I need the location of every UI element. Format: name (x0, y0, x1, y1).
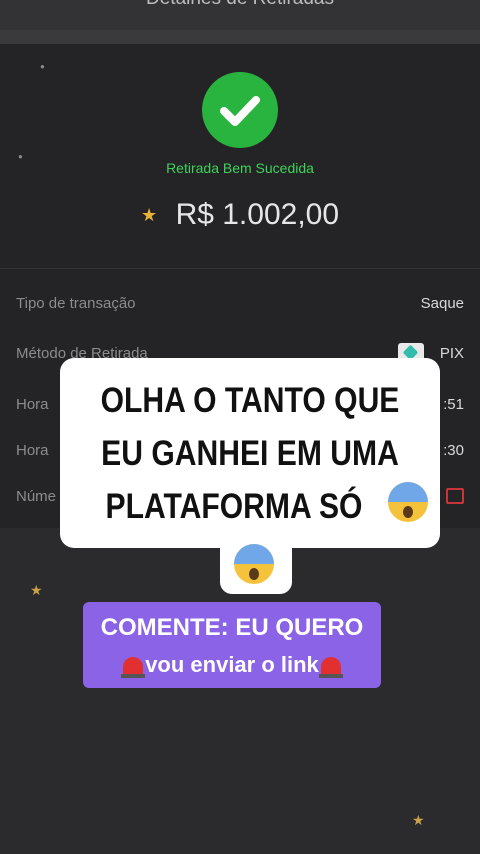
row-value-time-1: :51 (443, 396, 464, 413)
header-bar: Detalhes de Retiradas (0, 0, 480, 30)
row-value-method: PIX (439, 345, 464, 362)
row-value-type: Saque (420, 295, 464, 312)
amount-row: ★ R$ 1.002,00 (0, 198, 480, 232)
caption-line-1: OLHA O TANTO QUE (100, 381, 400, 420)
sparkle-icon: ● (18, 152, 23, 161)
check-icon (202, 72, 278, 148)
screaming-face-emoji (388, 482, 428, 522)
sparkle-icon: ★ (30, 582, 43, 598)
caption-line-2: EU GANHEI EM UMA (101, 434, 399, 473)
screaming-face-emoji (234, 544, 274, 584)
star-icon: ★ (140, 204, 158, 225)
row-label-time-2: Hora (16, 442, 49, 459)
row-value-time-2: :30 (443, 442, 464, 459)
cta-line-1: COMENTE: EU QUERO (100, 614, 364, 641)
caption-text: OLHA O TANTO QUE EU GANHEI EM UMA PLATAF… (87, 374, 414, 533)
sparkle-icon: ● (40, 62, 45, 71)
row-label-number: Núme (16, 488, 57, 505)
row-label-time-1: Hora (16, 396, 49, 413)
page-title: Detalhes de Retiradas (0, 0, 480, 10)
copy-icon[interactable] (446, 488, 464, 504)
caption-line-3: PLATAFORMA SÓ (105, 487, 363, 526)
amount-value: R$ 1.002,00 (175, 198, 340, 231)
row-label-type: Tipo de transação (16, 295, 136, 312)
status-text: Retirada Bem Sucedida (166, 160, 314, 176)
divider (0, 268, 480, 269)
header-divider (0, 30, 480, 44)
sparkle-icon: ★ (412, 812, 425, 828)
siren-icon (318, 657, 343, 679)
cta-line-2: vou enviar o link (83, 652, 381, 679)
siren-icon (121, 657, 146, 679)
